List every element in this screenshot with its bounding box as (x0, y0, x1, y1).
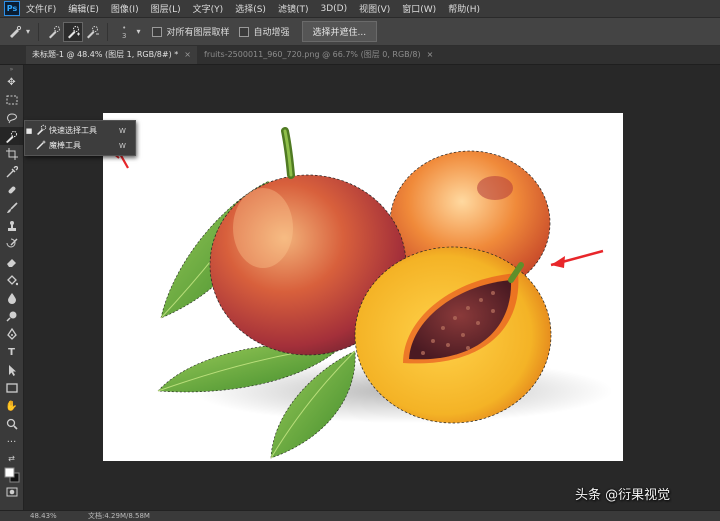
flyout-item-magic-wand[interactable]: 魔棒工具 W (25, 138, 135, 153)
healing-brush-tool-icon[interactable] (0, 181, 23, 199)
menu-select[interactable]: 选择(S) (235, 2, 266, 15)
type-tool-icon[interactable]: T (0, 343, 23, 361)
tab-document-active[interactable]: 未标题-1 @ 48.4% (图层 1, RGB/8#) * × (26, 46, 197, 64)
close-icon[interactable]: × (427, 50, 434, 59)
selected-dot-icon: ■ (25, 126, 33, 135)
auto-enhance-checkbox[interactable]: 自动增强 (239, 25, 290, 38)
tool-flyout-menu: ■ 快速选择工具 W 魔棒工具 W (24, 120, 136, 156)
flyout-item-label: 快速选择工具 (49, 126, 97, 135)
divider (107, 22, 108, 41)
add-to-selection-icon[interactable] (63, 21, 83, 42)
status-bar: 48.43% 文档:4.29M/8.58M (0, 510, 720, 521)
dodge-tool-icon[interactable] (0, 307, 23, 325)
shortcut-key: W (119, 126, 126, 135)
move-tool-icon[interactable]: ✥ (0, 73, 23, 91)
quick-selection-tool-icon[interactable] (0, 127, 23, 145)
shortcut-key: W (119, 141, 126, 150)
quick-mask-icon[interactable] (0, 485, 23, 499)
auto-enhance-label: 自动增强 (253, 28, 290, 38)
flyout-item-quick-selection[interactable]: ■ 快速选择工具 W (25, 123, 135, 138)
marquee-tool-icon[interactable] (0, 91, 23, 109)
brush-tool-icon[interactable] (0, 199, 23, 217)
options-bar: ▾ • 3 ▾ 对所有图层取样 自动增强 选择并遮住... (0, 18, 720, 46)
pen-tool-icon[interactable] (0, 325, 23, 343)
tab-document-fruits[interactable]: fruits-2500011_960_720.png @ 66.7% (图层 0… (198, 46, 439, 64)
close-icon[interactable]: × (184, 50, 191, 59)
magic-wand-icon (33, 139, 49, 153)
menu-window[interactable]: 窗口(W) (402, 2, 436, 15)
tool-preset-icon[interactable] (6, 23, 24, 41)
menu-type[interactable]: 文字(Y) (193, 2, 224, 15)
tools-panel: » ✥ T ✋ ··· ⇄ (0, 65, 24, 510)
sample-all-layers-checkbox[interactable]: 对所有图层取样 (152, 25, 229, 38)
new-selection-icon[interactable] (45, 23, 63, 41)
brush-dot-icon: • (122, 23, 127, 32)
photoshop-logo: Ps (4, 1, 20, 16)
lasso-tool-icon[interactable] (0, 109, 23, 127)
checkbox-box[interactable] (239, 26, 250, 37)
canvas-artwork (106, 127, 613, 459)
document-tab-bar: 未标题-1 @ 48.4% (图层 1, RGB/8#) * × fruits-2… (0, 46, 720, 65)
menu-file[interactable]: 文件(F) (26, 2, 56, 15)
color-swatches-icon[interactable] (0, 465, 23, 485)
menu-3d[interactable]: 3D(D) (320, 4, 347, 14)
quick-selection-icon (33, 124, 49, 138)
chevron-down-icon[interactable]: ▾ (134, 23, 142, 41)
hand-tool-icon[interactable]: ✋ (0, 397, 23, 415)
menu-layer[interactable]: 图层(L) (151, 2, 181, 15)
blur-tool-icon[interactable] (0, 289, 23, 307)
flyout-item-label: 魔棒工具 (49, 141, 81, 150)
paint-bucket-tool-icon[interactable] (0, 271, 23, 289)
clone-stamp-tool-icon[interactable] (0, 217, 23, 235)
eyedropper-tool-icon[interactable] (0, 163, 23, 181)
select-and-mask-button[interactable]: 选择并遮住... (301, 21, 378, 42)
default-colors-icon[interactable]: ⇄ (0, 451, 23, 465)
menu-image[interactable]: 图像(I) (111, 2, 139, 15)
watermark-text: 头条 @衍果视觉 (575, 488, 671, 503)
eraser-tool-icon[interactable] (0, 253, 23, 271)
tab-label: fruits-2500011_960_720.png @ 66.7% (图层 0… (204, 50, 421, 59)
chevron-down-icon[interactable]: ▾ (24, 23, 32, 41)
crop-tool-icon[interactable] (0, 145, 23, 163)
sample-all-layers-label: 对所有图层取样 (166, 28, 230, 38)
brush-size-value: 3 (122, 31, 127, 40)
document-canvas[interactable] (103, 113, 623, 461)
path-selection-tool-icon[interactable] (0, 361, 23, 379)
rectangle-tool-icon[interactable] (0, 379, 23, 397)
divider (38, 22, 39, 41)
zoom-tool-icon[interactable] (0, 415, 23, 433)
menu-help[interactable]: 帮助(H) (448, 2, 480, 15)
menu-view[interactable]: 视图(V) (359, 2, 390, 15)
tab-label: 未标题-1 @ 48.4% (图层 1, RGB/8#) * (32, 50, 179, 59)
collapse-icon[interactable]: » (0, 65, 23, 73)
brush-size-picker[interactable]: • 3 (122, 24, 126, 40)
subtract-from-selection-icon[interactable] (83, 23, 101, 41)
menu-edit[interactable]: 编辑(E) (68, 2, 99, 15)
menu-filter[interactable]: 滤镜(T) (278, 2, 309, 15)
checkbox-box[interactable] (152, 26, 163, 37)
history-brush-tool-icon[interactable] (0, 235, 23, 253)
menu-bar: Ps 文件(F) 编辑(E) 图像(I) 图层(L) 文字(Y) 选择(S) 滤… (0, 0, 720, 18)
more-tools-icon[interactable]: ··· (0, 433, 23, 451)
